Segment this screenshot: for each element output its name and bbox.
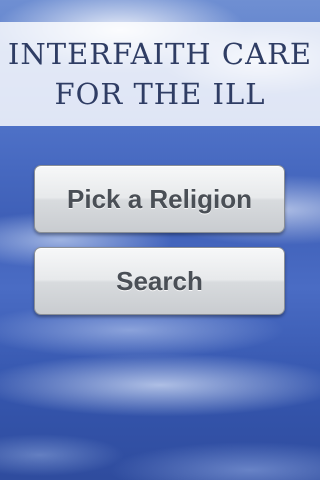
app-title-line-2: FOR THE ILL [54, 77, 266, 111]
search-button[interactable]: Search [34, 247, 285, 315]
app-screen: INTERFAITH CARE FOR THE ILL Pick a Relig… [0, 0, 320, 480]
app-title-line-1: INTERFAITH CARE [7, 37, 313, 71]
title-banner: INTERFAITH CARE FOR THE ILL [0, 22, 320, 126]
pick-religion-button[interactable]: Pick a Religion [34, 165, 285, 233]
